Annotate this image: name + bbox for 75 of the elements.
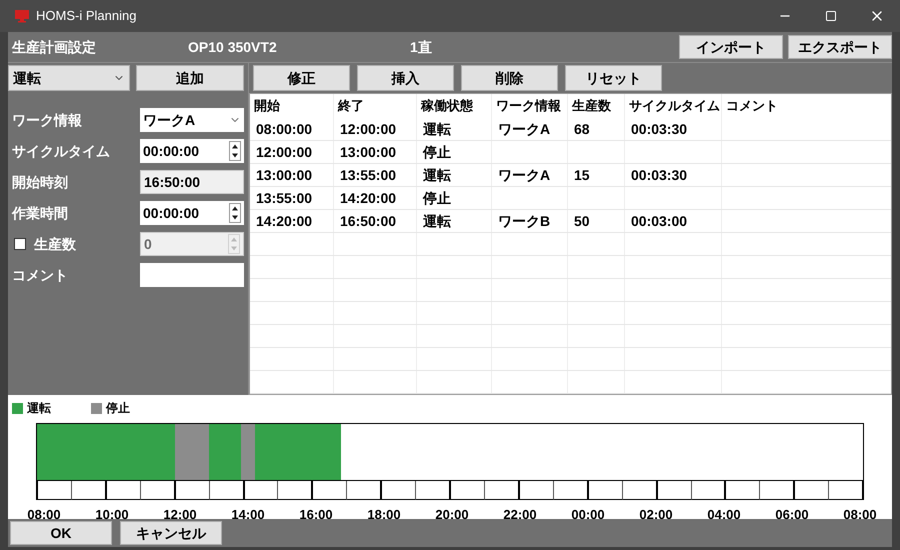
time-label: 12:00 [162,506,198,524]
toolbar-button[interactable]: 削除 [461,65,558,91]
table-cell-text: 13:00:00 [340,142,396,162]
toolbar-button[interactable]: 挿入 [357,65,454,91]
import-button[interactable]: インポート [679,35,783,59]
time-label: 20:00 [434,506,470,524]
time-label: 00:00 [570,506,606,524]
field-label: サイクルタイム [12,142,110,160]
table-cell-text: 15 [574,166,590,184]
column-header[interactable]: サイクルタイム [625,94,722,118]
time-label: 06:00 [774,506,810,524]
add-button[interactable]: 追加 [136,65,244,91]
window-title: HOMS-i Planning [36,7,136,26]
time-label: 08:00 [26,506,62,524]
column-header[interactable]: 終了 [334,94,417,118]
maximize-icon [825,10,837,22]
table-cell-text: 14:20:00 [256,212,312,230]
table-cell-text: 14:20:00 [340,188,396,208]
time-label: 10:00 [94,506,130,524]
start-time-field: 16:50:00 [140,170,244,194]
time-label: 04:00 [706,506,742,524]
legend-label: 運転 [27,400,51,417]
table-cell-text: 08:00:00 [256,120,312,138]
table-cell-text: 00:03:30 [631,120,688,138]
table-cell-text: 00:03:30 [631,166,688,184]
table-cell-text: 12:00:00 [256,142,312,162]
field-label: 作業時間 [12,204,68,222]
column-header[interactable]: ワーク情報 [492,94,568,118]
monitor-icon [14,8,30,24]
screen-title: 生産計画設定 [12,38,97,56]
time-label: 22:00 [502,506,538,524]
spin-arrows-icon[interactable] [229,203,241,223]
comment-field[interactable] [140,263,244,287]
machine-name: OP10 350VT2 [188,38,278,56]
time-label: 18:00 [366,506,402,524]
table-cell-text: 50 [574,212,590,230]
spin-field[interactable]: 00:00:00 [140,139,244,163]
work-select[interactable]: ワークA [140,108,244,132]
table-cell-text: 16:50:00 [340,212,396,230]
spin-field[interactable]: 00:00:00 [140,201,244,225]
time-label: 08:00 [842,506,878,524]
field-label: 開始時刻 [12,172,68,192]
ok-button[interactable]: OK [10,521,112,545]
table-cell-text: 運転 [423,212,451,230]
table-cell-text: 13:55:00 [256,188,312,208]
table-cell-text: 停止 [423,142,451,162]
table-cell-text: 運転 [423,166,451,184]
table-cell-text: 00:03:00 [631,212,688,230]
mode-select[interactable]: 運転 [8,65,130,91]
table-cell-text: 13:00:00 [256,166,312,184]
column-header[interactable]: 開始 [250,94,334,118]
table-cell-text: 13:55:00 [340,166,396,184]
toolbar-button[interactable]: リセット [565,65,662,91]
table-cell-text: 12:00:00 [340,120,396,138]
field-label: ワーク情報 [12,110,82,130]
column-header[interactable]: 生産数 [568,94,625,118]
table-cell-text: 運転 [423,120,451,138]
table-cell-text: ワークA [498,166,550,184]
table-cell-text: 68 [574,120,590,138]
time-label: 02:00 [638,506,674,524]
column-header[interactable]: コメント [722,94,891,118]
toolbar-button[interactable]: 修正 [253,65,350,91]
table-cell-text: 停止 [423,188,451,208]
field-label: 生産数 [34,234,76,254]
time-label: 16:00 [298,506,334,524]
field-label: コメント [12,266,68,284]
column-header[interactable]: 稼働状態 [417,94,492,118]
export-button[interactable]: エクスポート [788,35,892,59]
time-label: 14:00 [230,506,266,524]
table-cell-text: ワークA [498,120,550,138]
table-cell-text: ワークB [498,212,550,230]
legend-label: 停止 [106,400,130,417]
cancel-button[interactable]: キャンセル [120,521,222,545]
shift-label: 1直 [410,38,432,56]
spin-arrows-icon[interactable] [229,141,241,161]
